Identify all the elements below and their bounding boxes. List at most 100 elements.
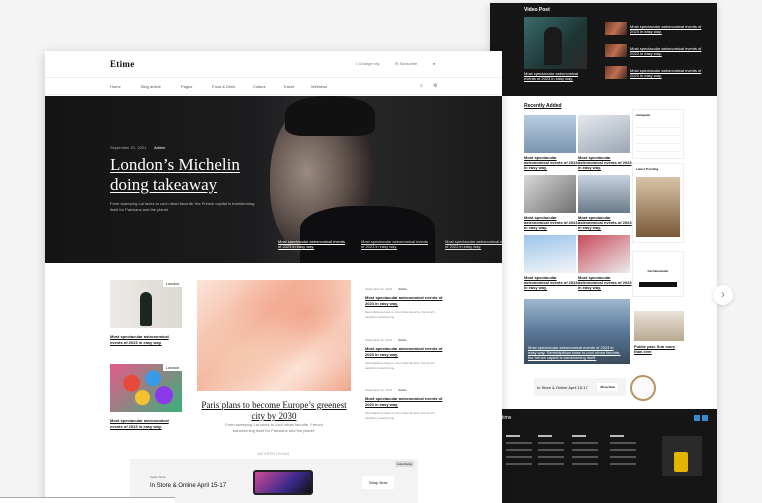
article-tag: London <box>162 364 182 371</box>
site-logo[interactable]: Etime <box>110 59 135 69</box>
side-date: September 21, 2021 <box>365 388 393 392</box>
small-article-card[interactable]: London Most spectacular astronomical eve… <box>110 280 182 346</box>
recent-card[interactable]: Most spectacular astronomical events of … <box>578 115 632 173</box>
footer-column <box>610 435 636 470</box>
featured-image[interactable] <box>197 280 351 391</box>
footer-column <box>572 435 598 470</box>
nav-pages[interactable]: Pages <box>181 84 192 89</box>
ad-headline: In Store & Online April 15-17 <box>150 483 227 489</box>
widget-row[interactable] <box>636 122 680 128</box>
hero-banner: September 21, 2021 Admin London’s Michel… <box>45 96 502 263</box>
change-city-link[interactable]: ⌂ Change city <box>355 61 380 66</box>
hero-news-item[interactable]: Most spectacular astronomical events of … <box>278 239 348 249</box>
recent-caption: Most spectacular astronomical events of … <box>578 215 632 230</box>
bottom-scrollbar[interactable] <box>0 497 175 503</box>
latest-widget: Latest Trending <box>632 163 684 243</box>
footer-product-ad[interactable] <box>662 436 702 476</box>
recent-image <box>524 115 576 153</box>
side-author: Admin <box>398 338 407 342</box>
featured-description: From sweeping Lai faces to cool urban fa… <box>225 422 323 433</box>
recent-caption: Most spectacular astronomical events of … <box>578 155 632 170</box>
widget-row[interactable] <box>636 130 680 136</box>
small-article-card[interactable]: London Most spectacular astronomical eve… <box>110 364 182 430</box>
nav-home[interactable]: Home <box>110 84 121 89</box>
hero-news-item[interactable]: Most spectacular astronomical events of … <box>361 239 431 249</box>
video-item-caption: Most spectacular astronomical events of … <box>630 68 702 78</box>
side-author: Admin <box>398 388 407 392</box>
mini-ad-button[interactable]: Shop Now <box>597 383 618 391</box>
hero-description: From sweeping Lai faces to cool urban fa… <box>110 201 255 212</box>
widget-row[interactable] <box>636 146 680 152</box>
recent-image <box>578 115 630 153</box>
widget-row[interactable] <box>636 138 680 144</box>
recently-added-heading: Recently Added <box>524 103 562 109</box>
mini-ad-text: In Store & Online April 15-17 <box>537 385 588 390</box>
side-caption: Most spectacular astronomical events of … <box>365 396 443 407</box>
recent-card[interactable]: Most spectacular astronomical events of … <box>524 115 578 173</box>
showcase-stage: Video Post Most spectacular astronomical… <box>0 0 762 503</box>
video-post-heading: Video Post <box>524 7 550 13</box>
widget-title: Latest Trending <box>636 167 659 171</box>
recent-caption: Most spectacular astronomical events of … <box>524 275 578 290</box>
newsletter-button[interactable] <box>639 282 677 287</box>
side-article[interactable]: September 21, 2021 Admin Most spectacular… <box>365 287 443 320</box>
side-article[interactable]: September 21, 2021 Admin Most spectacular… <box>365 338 443 371</box>
video-main-thumbnail[interactable] <box>524 17 587 69</box>
social-icon[interactable] <box>694 415 700 421</box>
search-icon[interactable]: ⌕ <box>420 83 423 89</box>
hero-news-item[interactable]: Most spectacular astronomical events of … <box>445 239 502 249</box>
side-article[interactable]: September 21, 2021 Admin Most spectacular… <box>365 388 443 421</box>
footer-column <box>506 435 532 470</box>
side-feature-caption[interactable]: Public parc Sun more than ever <box>634 344 684 354</box>
hero-portrait-suit <box>300 206 435 263</box>
article-caption: Most spectacular astronomical events of … <box>110 334 169 345</box>
secondary-footer: time <box>502 409 717 503</box>
side-meta: September 21, 2021 Admin <box>365 338 443 342</box>
article-caption: Most spectacular astronomical events of … <box>110 418 169 429</box>
side-author: Admin <box>398 287 407 291</box>
social-icon[interactable] <box>702 415 708 421</box>
side-description: Serendipitous base to cool urban favorit… <box>365 310 435 319</box>
recent-image <box>578 235 630 273</box>
video-thumb <box>605 66 627 79</box>
advertising-label: ADVERTISING <box>257 451 290 456</box>
latest-image[interactable] <box>636 177 680 237</box>
hero-title[interactable]: London’s Michelin doing takeaway <box>110 155 280 195</box>
nav-travel[interactable]: Travel <box>283 84 294 89</box>
video-post-section: Video Post Most spectacular astronomical… <box>490 3 717 96</box>
ad-small-text: Apple Store <box>150 475 166 479</box>
user-icon[interactable]: ● <box>433 61 435 66</box>
recent-card[interactable]: Most spectacular astronomical events of … <box>578 175 632 233</box>
widget-title: Instagram <box>636 113 651 117</box>
nav-culture[interactable]: Culture <box>253 84 266 89</box>
big-feature-caption: Most spectacular astronomical events of … <box>528 345 621 360</box>
video-list-item[interactable]: Most spectacular astronomical events of … <box>605 22 705 36</box>
hero-author[interactable]: Admin <box>154 145 165 150</box>
settings-icon[interactable]: ⚙ <box>433 83 437 89</box>
recent-card[interactable]: Most spectacular astronomical events of … <box>524 175 578 233</box>
main-page-preview: Etime ⌂ Change city ✉ Subscribe ● Home B… <box>45 51 502 503</box>
hero-portrait-hair <box>285 96 375 136</box>
recent-card[interactable]: Most spectacular astronomical events of … <box>578 235 632 293</box>
mini-ad-banner[interactable]: In Store & Online April 15-17 Shop Now <box>534 378 626 396</box>
recent-card[interactable]: Most spectacular astronomical events of … <box>524 235 578 293</box>
nav-wellness[interactable]: Wellness <box>311 84 327 89</box>
side-feature-image[interactable] <box>634 311 684 341</box>
featured-title[interactable]: Paris plans to become Europe’s greenest … <box>197 400 351 422</box>
subscribe-label: Subscribe <box>399 61 418 66</box>
person-figure <box>140 292 152 326</box>
next-arrow-button[interactable]: › <box>713 285 733 305</box>
subscribe-link[interactable]: ✉ Subscribe <box>395 61 417 66</box>
side-caption: Most spectacular astronomical events of … <box>365 346 443 357</box>
video-list-item[interactable]: Most spectacular astronomical events of … <box>605 66 705 80</box>
side-meta: September 21, 2021 Admin <box>365 388 443 392</box>
watch-image <box>630 375 656 401</box>
secondary-page-preview: Video Post Most spectacular astronomical… <box>490 3 717 503</box>
video-list-item[interactable]: Most spectacular astronomical events of … <box>605 44 705 58</box>
nav-blog[interactable]: Blog article <box>141 84 161 89</box>
big-feature-image[interactable]: Most spectacular astronomical events of … <box>524 299 630 364</box>
nav-food[interactable]: Food & Drink <box>212 84 235 89</box>
video-main-caption[interactable]: Most spectacular astronomical events of … <box>524 71 590 81</box>
shop-now-button[interactable]: Shop Now <box>362 476 395 489</box>
main-navigation: Home Blog article Pages Food & Drink Cul… <box>45 77 502 95</box>
